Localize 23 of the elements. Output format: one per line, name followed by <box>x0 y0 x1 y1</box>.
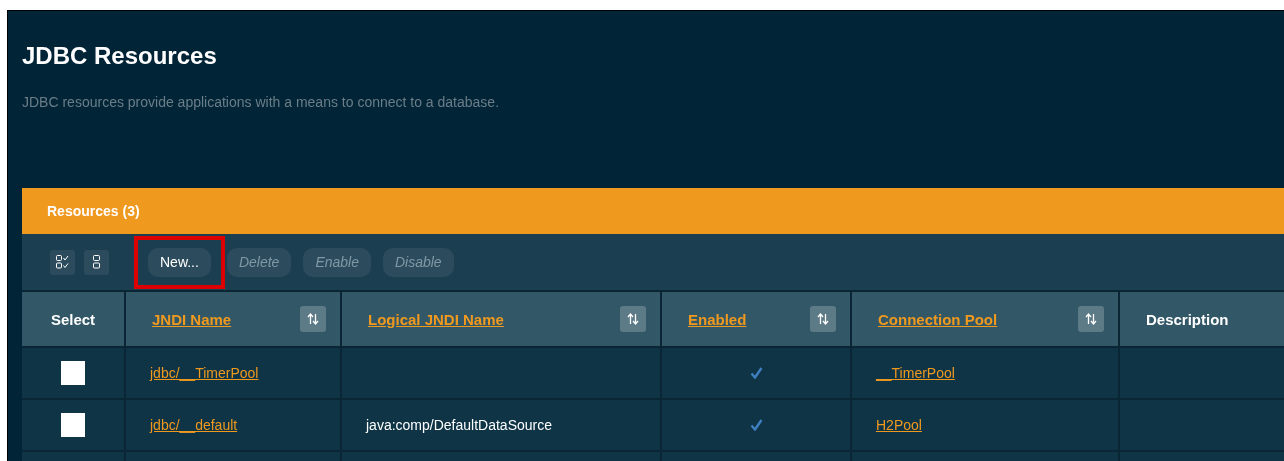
table-title: Resources (3) <box>47 203 140 219</box>
pool-link[interactable]: H2Pool <box>876 417 922 433</box>
column-header-label: Description <box>1146 310 1229 328</box>
column-header-link[interactable]: JNDI Name <box>152 310 232 328</box>
column-header-link[interactable]: Logical JNDI Name <box>368 310 504 328</box>
column-header-link[interactable]: Connection Pool <box>878 310 998 328</box>
logical-jndi-name: java:comp/DefaultDataSource <box>366 417 552 433</box>
deselect-all-icon[interactable] <box>84 249 109 275</box>
page-description: JDBC resources provide applications with a means to connect to a database. <box>21 93 501 111</box>
page-title: JDBC Resources <box>21 41 218 71</box>
sort-icon[interactable] <box>810 306 836 332</box>
sort-icon[interactable] <box>1078 306 1104 332</box>
resource-link[interactable]: jdbc/__TimerPool <box>150 365 259 381</box>
select-all-icon[interactable] <box>50 249 75 275</box>
row-checkbox[interactable] <box>61 413 85 437</box>
column-header-label: Select <box>50 310 96 328</box>
toolbar-button[interactable]: New... <box>148 247 211 277</box>
row-checkbox[interactable] <box>61 361 85 385</box>
column-header-link[interactable]: Enabled <box>688 310 747 328</box>
resource-link[interactable]: jdbc/__default <box>150 417 238 433</box>
sort-icon[interactable] <box>620 306 646 332</box>
sort-icon[interactable] <box>300 306 326 332</box>
pool-link[interactable]: __TimerPool <box>876 365 955 381</box>
